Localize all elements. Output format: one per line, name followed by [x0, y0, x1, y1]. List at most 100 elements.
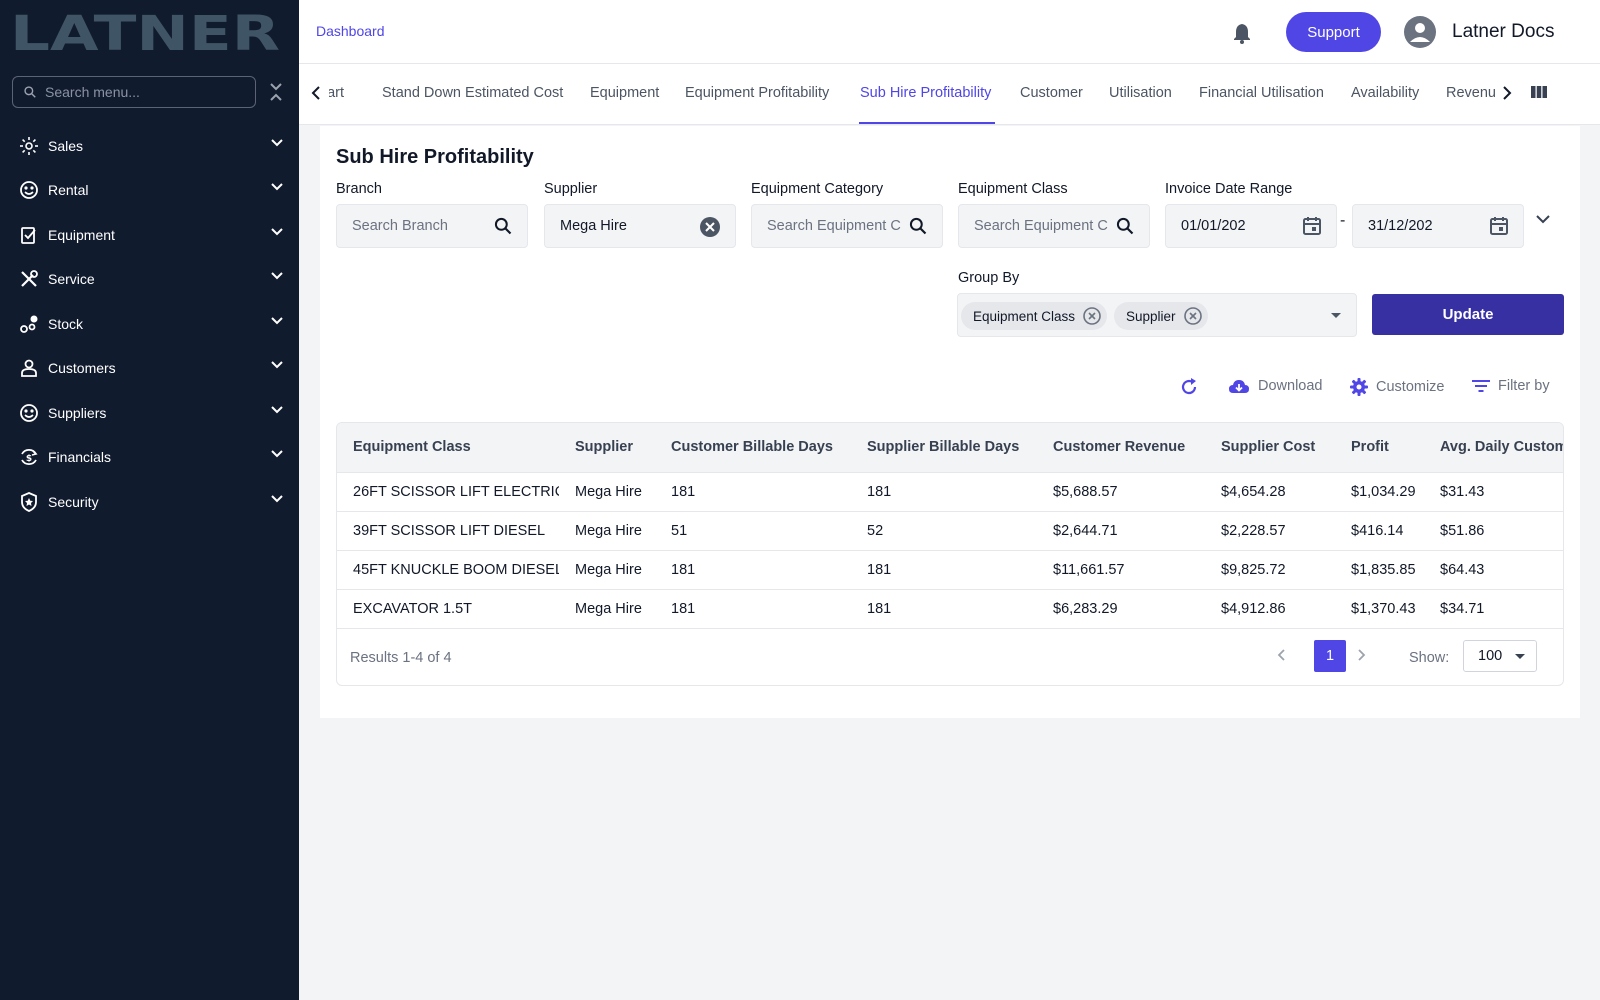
- tab-equipment[interactable]: Equipment: [590, 85, 659, 101]
- branch-label: Branch: [336, 181, 382, 197]
- collapse-sidebar-icon[interactable]: [268, 81, 284, 103]
- sidebar-item-label: Suppliers: [48, 405, 107, 421]
- expand-filters-chevron-icon[interactable]: [1536, 214, 1550, 224]
- sidebar-item-service[interactable]: Service: [0, 257, 299, 301]
- sidebar-item-label: Stock: [48, 316, 84, 332]
- table-cell: $4,912.86: [1205, 589, 1335, 629]
- tab-stand-down-estimated-cost[interactable]: Stand Down Estimated Cost: [382, 85, 563, 101]
- search-icon[interactable]: [493, 216, 513, 236]
- date-range-separator: -: [1340, 212, 1346, 229]
- table-cell: $4,654.28: [1205, 472, 1335, 512]
- search-icon[interactable]: [1115, 216, 1135, 236]
- table-row[interactable]: 45FT KNUCKLE BOOM DIESEL Mega Hire 181 1…: [337, 550, 1563, 590]
- notification-bell-icon[interactable]: [1232, 22, 1252, 44]
- equipment-icon: [18, 224, 40, 246]
- update-button[interactable]: Update: [1372, 294, 1564, 335]
- stock-icon: [18, 313, 40, 335]
- sidebar-item-financials[interactable]: $ Financials: [0, 435, 299, 479]
- remove-chip-icon[interactable]: [1083, 307, 1101, 325]
- previous-page-icon[interactable]: [1277, 648, 1287, 662]
- column-header[interactable]: Customer Billable Days: [655, 423, 851, 473]
- financials-icon: $: [18, 446, 40, 468]
- tabs-scroll-right-icon[interactable]: [1502, 86, 1512, 100]
- table-cell: Mega Hire: [559, 550, 655, 590]
- equipment-class-search-input[interactable]: [974, 218, 1109, 234]
- sidebar-item-label: Equipment: [48, 227, 115, 243]
- columns-layout-icon[interactable]: [1531, 85, 1547, 99]
- table-row[interactable]: EXCAVATOR 1.5T Mega Hire 181 181 $6,283.…: [337, 589, 1563, 629]
- calendar-icon[interactable]: [1302, 216, 1322, 236]
- equipment-category-search-input[interactable]: [767, 218, 902, 234]
- filter-by-label: Filter by: [1498, 378, 1550, 394]
- column-header[interactable]: Equipment Class: [337, 423, 559, 473]
- column-header[interactable]: Supplier Billable Days: [851, 423, 1037, 473]
- table-cell: $51.86: [1424, 511, 1563, 551]
- tab-utilisation[interactable]: Utilisation: [1109, 85, 1172, 101]
- table-row[interactable]: 39FT SCISSOR LIFT DIESEL Mega Hire 51 52…: [337, 511, 1563, 551]
- sidebar-item-sales[interactable]: Sales: [0, 124, 299, 168]
- filter-by-button[interactable]: Filter by: [1472, 378, 1550, 394]
- supplier-label: Supplier: [544, 181, 598, 197]
- page-number-current[interactable]: 1: [1314, 640, 1346, 672]
- tab-revenue[interactable]: Revenue: [1446, 85, 1496, 101]
- tab-sub-hire-profitability[interactable]: Sub Hire Profitability: [860, 85, 991, 101]
- tab-customer[interactable]: Customer: [1020, 85, 1083, 101]
- tabs-scroll-left-icon[interactable]: [311, 86, 321, 100]
- refresh-icon[interactable]: [1179, 377, 1199, 397]
- chevron-down-icon: [271, 495, 283, 503]
- column-header[interactable]: Customer Revenue: [1037, 423, 1205, 473]
- sidebar-item-rental[interactable]: Rental: [0, 168, 299, 212]
- sidebar-item-customers[interactable]: Customers: [0, 346, 299, 390]
- user-name[interactable]: Latner Docs: [1452, 21, 1554, 43]
- report-panel: Sub Hire Profitability Branch Supplier E…: [320, 126, 1580, 718]
- date-to-input[interactable]: [1368, 218, 1478, 234]
- sidebar-item-suppliers[interactable]: Suppliers: [0, 391, 299, 435]
- chevron-down-icon: [271, 317, 283, 325]
- tab-chart[interactable]: hart: [329, 85, 344, 101]
- table-cell: Mega Hire: [559, 511, 655, 551]
- results-table: Equipment Class Supplier Customer Billab…: [337, 423, 1563, 629]
- sales-icon: [18, 135, 40, 157]
- tab-availability[interactable]: Availability: [1351, 85, 1419, 101]
- calendar-icon[interactable]: [1489, 216, 1509, 236]
- table-cell: $1,370.43: [1335, 589, 1424, 629]
- menu-search-input[interactable]: [45, 84, 235, 100]
- user-avatar-icon[interactable]: [1404, 16, 1436, 48]
- sidebar-item-security[interactable]: Security: [0, 480, 299, 524]
- column-header[interactable]: Supplier Cost: [1205, 423, 1335, 473]
- table-cell: 181: [851, 589, 1037, 629]
- next-page-icon[interactable]: [1356, 648, 1366, 662]
- page-size-value: 100: [1478, 648, 1503, 664]
- group-by-select[interactable]: Equipment Class Supplier: [957, 293, 1357, 337]
- invoice-date-range-label: Invoice Date Range: [1165, 181, 1293, 197]
- support-button[interactable]: Support: [1286, 12, 1381, 52]
- tab-financial-utilisation[interactable]: Financial Utilisation: [1199, 85, 1324, 101]
- page-size-select[interactable]: 100: [1463, 640, 1537, 672]
- table-cell: EXCAVATOR 1.5T: [337, 589, 559, 629]
- breadcrumb-dashboard[interactable]: Dashboard: [316, 23, 385, 39]
- security-icon: [18, 491, 40, 513]
- sidebar-item-stock[interactable]: Stock: [0, 302, 299, 346]
- date-from-input[interactable]: [1181, 218, 1291, 234]
- table-row[interactable]: 26FT SCISSOR LIFT ELECTRIC Mega Hire 181…: [337, 472, 1563, 512]
- table-cell: $11,661.57: [1037, 550, 1205, 590]
- search-icon[interactable]: [908, 216, 928, 236]
- remove-chip-icon[interactable]: [1183, 307, 1202, 325]
- sidebar-item-label: Security: [48, 494, 99, 510]
- column-header[interactable]: Avg. Daily Customer: [1424, 423, 1563, 473]
- download-button[interactable]: Download: [1228, 378, 1323, 394]
- equipment-category-label: Equipment Category: [751, 181, 884, 197]
- chevron-down-icon: [271, 272, 283, 280]
- clear-icon[interactable]: [699, 216, 721, 238]
- tab-equipment-profitability[interactable]: Equipment Profitability: [685, 85, 829, 101]
- sidebar-item-equipment[interactable]: Equipment: [0, 213, 299, 257]
- customize-button[interactable]: Customize: [1350, 378, 1445, 396]
- table-cell: 51: [655, 511, 851, 551]
- top-bar: Dashboard Support Latner Docs: [299, 0, 1600, 64]
- chevron-down-icon: [271, 139, 283, 147]
- table-cell: $1,034.29: [1335, 472, 1424, 512]
- column-header[interactable]: Profit: [1335, 423, 1424, 473]
- svg-text:$: $: [26, 454, 32, 464]
- caret-down-icon[interactable]: [1330, 312, 1342, 319]
- column-header[interactable]: Supplier: [559, 423, 655, 473]
